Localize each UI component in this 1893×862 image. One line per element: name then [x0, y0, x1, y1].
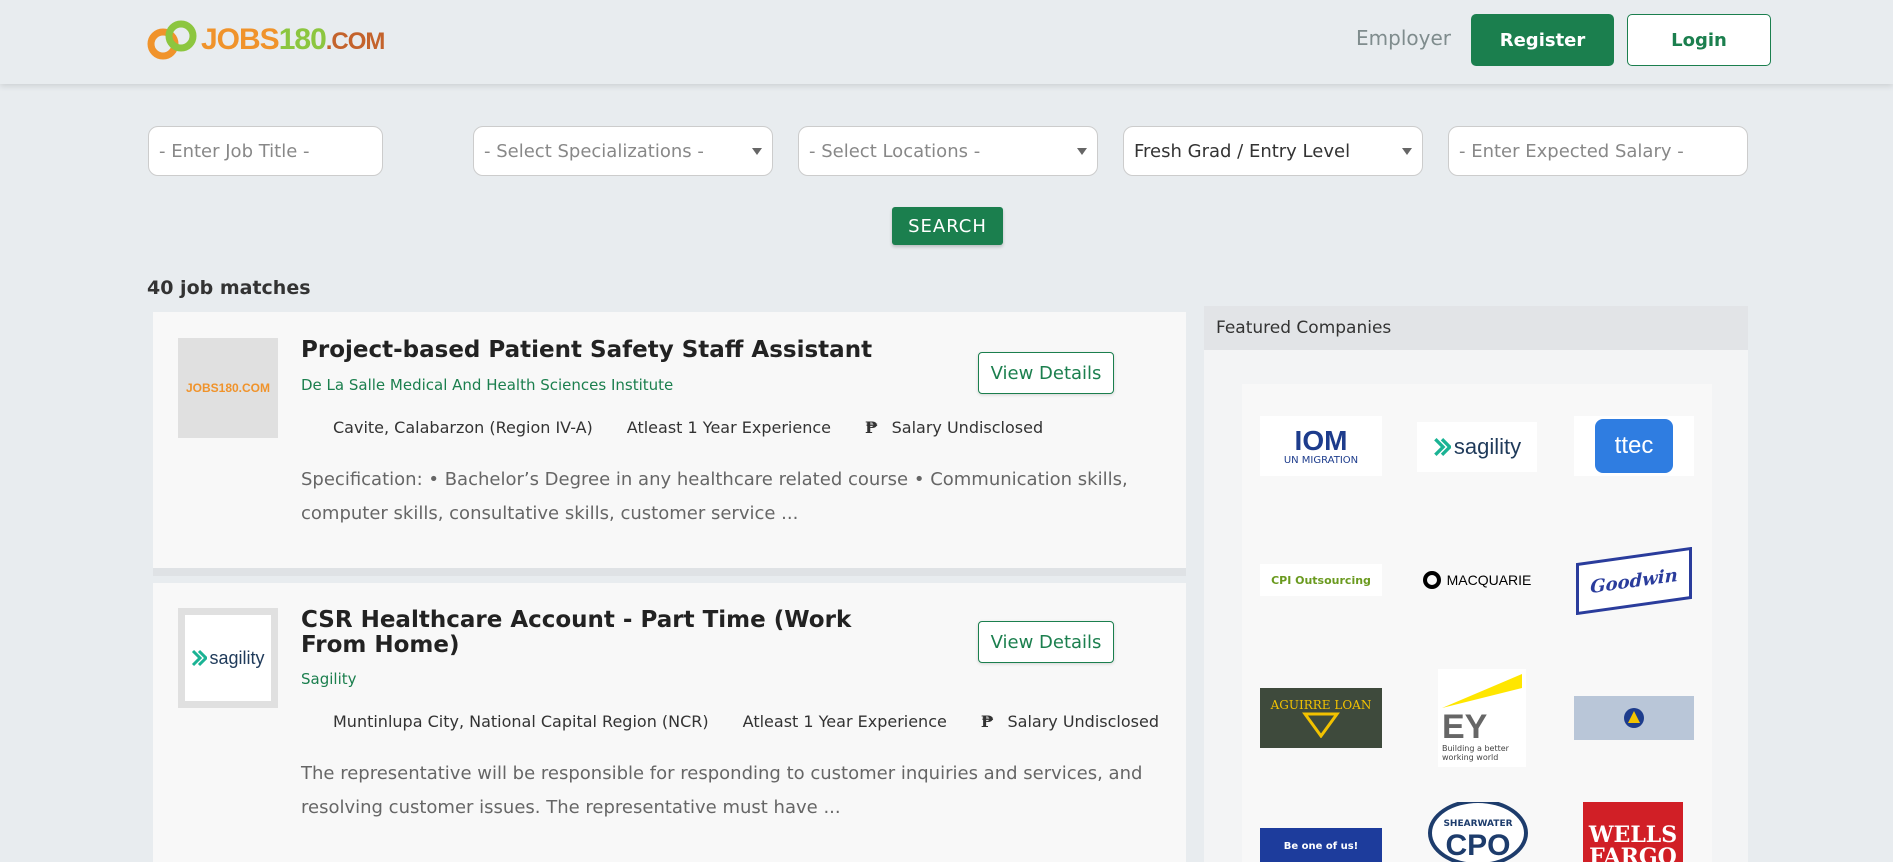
search-button[interactable]: SEARCH	[892, 207, 1003, 245]
job-salary: ₱ Salary Undisclosed	[864, 418, 1044, 437]
peso-icon: ₱	[864, 418, 878, 437]
company-logo[interactable]: JOBS180.COM	[178, 338, 278, 438]
level-select[interactable]: Fresh Grad / Entry Level	[1123, 126, 1423, 176]
salary-input[interactable]: - Enter Expected Salary -	[1448, 126, 1748, 176]
company-logo[interactable]: sagility	[178, 608, 278, 708]
site-logo[interactable]: JOBS180.COM	[147, 18, 385, 62]
ey-beam-icon	[1442, 674, 1522, 708]
featured-companies-panel: Featured Companies IOM UN MIGRATION sagi…	[1204, 306, 1748, 862]
company-logo-sagility[interactable]: sagility	[1417, 422, 1537, 472]
register-button[interactable]: Register	[1471, 14, 1614, 66]
job-meta: Cavite, Calabarzon (Region IV-A) Atleast…	[333, 418, 1043, 437]
company-logo-ey[interactable]: EY Building a better working world	[1438, 669, 1526, 767]
job-title[interactable]: Project-based Patient Safety Staff Assis…	[301, 338, 872, 363]
job-description: The representative will be responsible f…	[301, 763, 1143, 818]
company-logo-ttec[interactable]: ttec	[1574, 416, 1694, 476]
featured-companies-title: Featured Companies	[1204, 306, 1748, 350]
login-button[interactable]: Login	[1627, 14, 1771, 66]
aguirre-mark-icon	[1302, 712, 1340, 738]
job-salary: ₱ Salary Undisclosed	[980, 712, 1159, 731]
company-logo-aguirre-loan[interactable]: AGUIRRE LOAN	[1260, 688, 1382, 748]
job-experience: Atleast 1 Year Experience	[626, 418, 831, 437]
peso-icon: ₱	[980, 712, 994, 731]
navbar: JOBS180.COM Employer Register Login	[0, 0, 1893, 84]
company-logo-be-one-of-us[interactable]: Be one of us!	[1260, 828, 1382, 862]
company-logo-text: JOBS180.COM	[185, 381, 271, 395]
company-logo-banner[interactable]	[1574, 696, 1694, 740]
job-location: Muntinlupa City, National Capital Region…	[333, 712, 709, 731]
job-experience: Atleast 1 Year Experience	[742, 712, 947, 731]
specialization-select[interactable]: - Select Specializations -	[473, 126, 773, 176]
company-logo-wells-fargo[interactable]: WELLS FARGO	[1583, 802, 1683, 862]
view-details-button[interactable]: View Details	[978, 352, 1114, 394]
job-title[interactable]: CSR Healthcare Account - Part Time (Work…	[301, 608, 861, 658]
job-meta: Muntinlupa City, National Capital Region…	[333, 712, 1159, 731]
job-title-input[interactable]: - Enter Job Title -	[148, 126, 383, 176]
company-logo-shearwater[interactable]: SHEARWATER CPO	[1427, 802, 1529, 862]
featured-companies-grid: IOM UN MIGRATION sagility ttec CPI Outso…	[1242, 384, 1712, 862]
macquarie-mark-icon	[1422, 571, 1441, 589]
company-name[interactable]: De La Salle Medical And Health Sciences …	[301, 376, 673, 394]
job-description: Specification: • Bachelor’s Degree in an…	[301, 469, 1128, 524]
sagility-mark-icon	[1434, 438, 1451, 456]
company-logo-iom[interactable]: IOM UN MIGRATION	[1260, 416, 1382, 476]
company-emblem-icon	[1624, 708, 1644, 728]
employer-link[interactable]: Employer	[1356, 26, 1451, 50]
sagility-mark-icon	[192, 649, 208, 667]
view-details-button[interactable]: View Details	[978, 621, 1114, 663]
job-match-count: 40 job matches	[147, 277, 311, 299]
job-location: Cavite, Calabarzon (Region IV-A)	[333, 418, 593, 437]
company-logo-goodwin[interactable]: Goodwin	[1574, 547, 1694, 615]
job-card: JOBS180.COM Project-based Patient Safety…	[153, 312, 1186, 576]
logo-icon	[147, 20, 197, 60]
logo-text: JOBS180.COM	[201, 23, 385, 56]
job-card: sagility CSR Healthcare Account - Part T…	[153, 583, 1186, 862]
company-logo-macquarie[interactable]: MACQUARIE	[1417, 564, 1537, 596]
sagility-logo: sagility	[185, 615, 271, 701]
company-logo-cpi[interactable]: CPI Outsourcing	[1260, 564, 1382, 596]
company-name[interactable]: Sagility	[301, 670, 357, 688]
location-select[interactable]: - Select Locations -	[798, 126, 1098, 176]
